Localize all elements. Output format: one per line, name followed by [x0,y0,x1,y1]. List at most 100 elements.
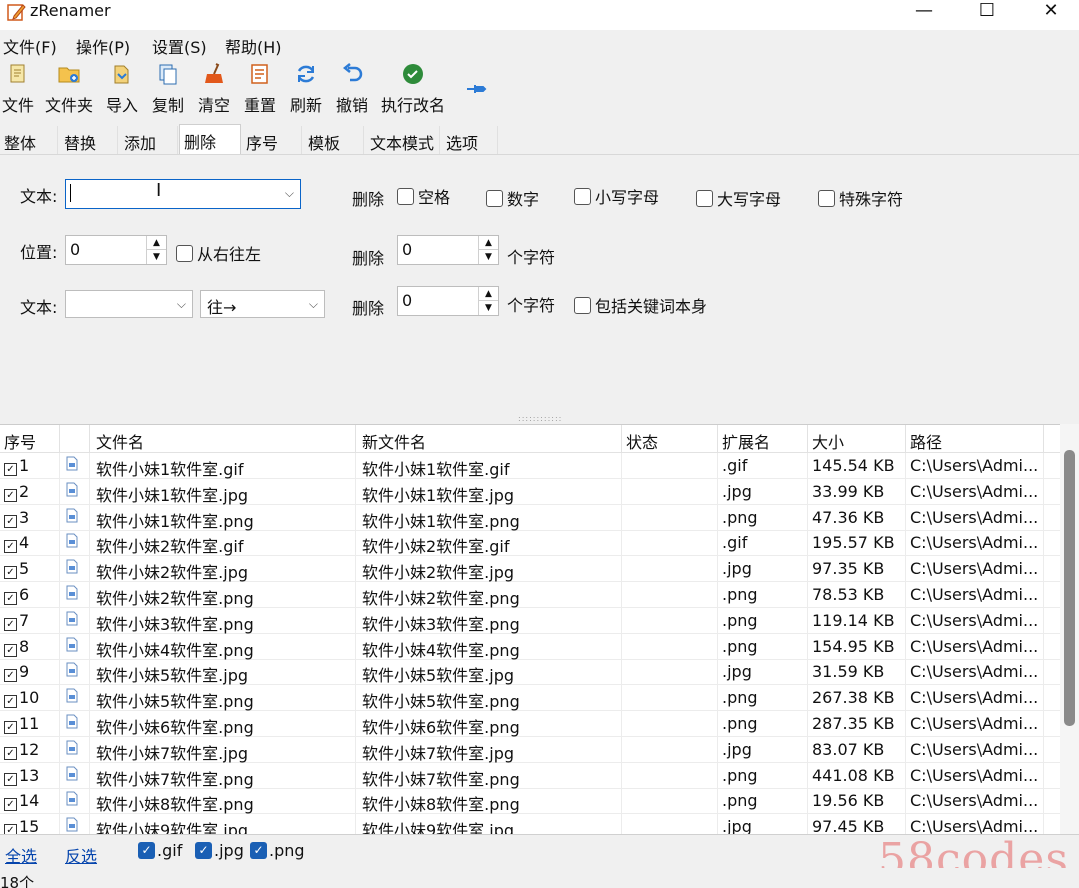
digit-checkbox[interactable]: 数字 [486,186,539,210]
menu-settings[interactable]: 设置(S) [152,34,207,58]
uppercase-checkbox[interactable]: 大写字母 [696,186,781,210]
filter-jpg-checkbox[interactable]: ✓ .jpg [195,841,244,860]
col-header-index[interactable]: 序号 [0,425,60,453]
toolbar-label: 重置 [243,96,276,115]
menu-operation[interactable]: 操作(P) [76,34,130,58]
row-checkbox[interactable]: ✓ [4,669,17,683]
special-char-checkbox[interactable]: 特殊字符 [818,186,903,210]
col-header-extension[interactable]: 扩展名 [718,425,808,453]
spin-up-icon[interactable]: ▲ [147,236,166,250]
table-row[interactable]: ✓ 12 软件小妹7软件室.jpg 软件小妹7软件室.jpg .jpg 83.07 KB C… [0,736,1060,763]
pin-icon[interactable] [465,82,487,96]
row-checkbox[interactable]: ✓ [4,772,17,786]
maximize-button[interactable]: ☐ [958,0,1016,24]
position-spinner[interactable]: 0 ▲ ▼ [65,235,167,265]
col-header-size[interactable]: 大小 [808,425,906,453]
lowercase-checkbox[interactable]: 小写字母 [574,184,659,208]
row-checkbox[interactable]: ✓ [4,695,17,709]
tab-overall[interactable]: 整体 [0,126,58,154]
tab-delete[interactable]: 删除 [179,124,241,154]
table-row[interactable]: ✓ 8 软件小妹4软件室.png 软件小妹4软件室.png .png 154.95 KB C… [0,633,1060,660]
direction-combobox[interactable]: 往→ ⌵ [200,290,325,318]
delete-text-combobox[interactable]: I ⌵ [65,179,301,209]
table-row[interactable]: ✓ 11 软件小妹6软件室.png 软件小妹6软件室.png .png 287.35 KB… [0,711,1060,737]
col-header-new-filename[interactable]: 新文件名 [356,425,622,453]
chevron-down-icon[interactable]: ⌵ [285,186,294,201]
spin-down-icon[interactable]: ▼ [147,250,166,264]
filter-gif-checkbox[interactable]: ✓ .gif [138,841,182,860]
table-row[interactable]: ✓ 2 软件小妹1软件室.jpg 软件小妹1软件室.jpg .jpg 33.99 KB C:… [0,478,1060,505]
row-checkbox[interactable]: ✓ [4,798,17,812]
panel-splitter[interactable]: :::::::::::: [518,415,561,423]
row-checkbox[interactable]: ✓ [4,566,17,580]
chevron-down-icon[interactable]: ⌵ [177,297,186,312]
table-row[interactable]: ✓ 3 软件小妹1软件室.png 软件小妹1软件室.png .png 47.36 KB C:… [0,504,1060,531]
table-row[interactable]: ✓ 9 软件小妹5软件室.jpg 软件小妹5软件室.jpg .jpg 31.59 KB C:… [0,659,1060,686]
delete-options-panel: 文本: I ⌵ 删除 空格 数字 小写字母 大写字母 特殊字符 位置: 0 ▲ ▼… [0,154,1079,416]
table-row[interactable]: ✓ 6 软件小妹2软件室.png 软件小妹2软件室.png .png 78.53 KB C:… [0,582,1060,608]
row-checkbox[interactable]: ✓ [4,617,17,631]
filter-png-checkbox[interactable]: ✓ .png [250,841,305,860]
keyword-count-spinner[interactable]: 0 ▲ ▼ [397,286,499,316]
toolbar-execute-rename-button[interactable]: 执行改名 [378,62,448,118]
tab-options[interactable]: 选项 [442,126,498,154]
cell-status [622,582,718,608]
include-keyword-checkbox[interactable]: 包括关键词本身 [574,293,707,317]
row-checkbox[interactable]: ✓ [4,463,17,476]
row-checkbox[interactable]: ✓ [4,824,17,834]
col-header-status[interactable]: 状态 [622,425,718,453]
table-row[interactable]: ✓ 4 软件小妹2软件室.gif 软件小妹2软件室.gif .gif 195.57 KB C… [0,530,1060,557]
select-all-link[interactable]: 全选 [5,843,37,867]
chevron-down-icon[interactable]: ⌵ [309,297,318,312]
toolbar-copy-button[interactable]: 复制 [150,62,186,118]
table-row[interactable]: ✓ 1 软件小妹1软件室.gif 软件小妹1软件室.gif .gif 145.54 KB C… [0,453,1060,479]
row-checkbox[interactable]: ✓ [4,592,17,605]
cell-status [622,607,718,634]
row-checkbox[interactable]: ✓ [4,746,17,760]
tab-text-mode[interactable]: 文本模式 [366,126,440,154]
spin-down-icon[interactable]: ▼ [479,250,498,264]
table-row[interactable]: ✓ 5 软件小妹2软件室.jpg 软件小妹2软件室.jpg .jpg 97.35 KB C:… [0,556,1060,583]
tab-sequence[interactable]: 序号 [242,126,302,154]
toolbar-clear-button[interactable]: 清空 [196,62,232,118]
spin-down-icon[interactable]: ▼ [479,301,498,315]
col-header-icon[interactable] [60,425,90,453]
spin-up-icon[interactable]: ▲ [479,287,498,301]
tab-replace[interactable]: 替换 [60,126,118,154]
close-button[interactable]: ✕ [1022,0,1079,24]
row-checkbox[interactable]: ✓ [4,488,17,502]
invert-selection-link[interactable]: 反选 [65,843,97,867]
menu-help[interactable]: 帮助(H) [225,34,282,58]
table-row[interactable]: ✓ 14 软件小妹8软件室.png 软件小妹8软件室.png .png 19.56 KB C… [0,788,1060,815]
toolbar-import-button[interactable]: 导入 [104,62,140,118]
menu-file[interactable]: 文件(F) [3,34,57,58]
table-row[interactable]: ✓ 15 软件小妹9软件室.jpg 软件小妹9软件室.jpg .jpg 97.45 KB C… [0,814,1060,834]
table-row[interactable]: ✓ 7 软件小妹3软件室.png 软件小妹3软件室.png .png 119.14 KB C… [0,607,1060,634]
col-header-path[interactable]: 路径 [906,425,1044,453]
row-checkbox[interactable]: ✓ [4,540,17,554]
toolbar-file-button[interactable]: 文件 [0,62,36,118]
cell-path: C:\Users\Admi... [906,685,1044,712]
vertical-scrollbar[interactable] [1060,424,1079,834]
spin-up-icon[interactable]: ▲ [479,236,498,250]
toolbar-folder-button[interactable]: 文件夹 [42,62,96,118]
row-checkbox[interactable]: ✓ [4,721,17,734]
table-row[interactable]: ✓ 13 软件小妹7软件室.png 软件小妹7软件室.png .png 441.08 KB… [0,762,1060,789]
minimize-button[interactable]: — [895,0,953,24]
tab-template[interactable]: 模板 [304,126,364,154]
cell-index: ✓ 9 [0,659,60,686]
toolbar-refresh-button[interactable]: 刷新 [288,62,324,118]
col-header-filename[interactable]: 文件名 [90,425,356,453]
space-checkbox[interactable]: 空格 [397,184,450,208]
delete-count-spinner[interactable]: 0 ▲ ▼ [397,235,499,265]
keyword-combobox[interactable]: ⌵ [65,290,193,318]
scrollbar-thumb[interactable] [1064,450,1075,726]
tab-add[interactable]: 添加 [120,126,178,154]
toolbar-undo-button[interactable]: 撤销 [334,62,370,118]
table-row[interactable]: ✓ 10 软件小妹5软件室.png 软件小妹5软件室.png .png 267.38 KB… [0,685,1060,712]
row-checkbox[interactable]: ✓ [4,643,17,657]
row-checkbox[interactable]: ✓ [4,514,17,528]
toolbar: 文件 文件夹 导入 复制 清空 重置 刷新 撤销 执行改名 [0,58,1079,122]
from-right-checkbox[interactable]: 从右往左 [176,241,261,265]
toolbar-reset-button[interactable]: 重置 [242,62,278,118]
